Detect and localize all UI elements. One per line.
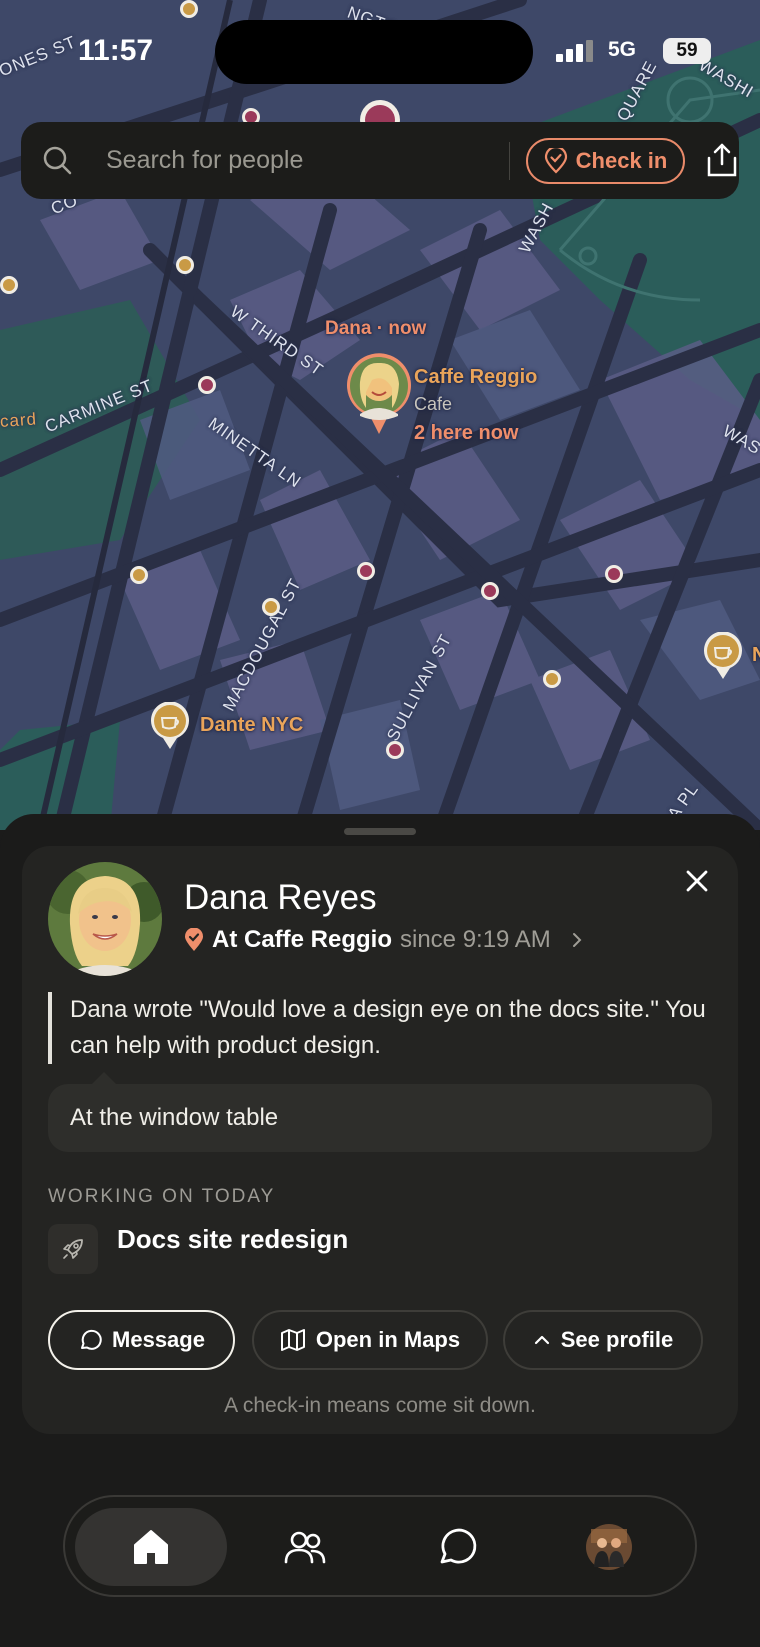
message-button[interactable]: Message <box>48 1310 235 1370</box>
pin-label-place: Caffe Reggio <box>414 366 538 388</box>
network-type: 5G <box>608 38 637 61</box>
chat-bubble-icon <box>81 1329 102 1350</box>
pin-label-count: 2 here now <box>414 422 519 444</box>
status-bar: 11:57 5G 59 <box>0 0 760 100</box>
avatar-photo <box>48 862 162 976</box>
tab-profile[interactable] <box>533 1508 685 1586</box>
check-in-label: Check in <box>575 148 668 173</box>
coffee-cup-icon <box>704 631 742 679</box>
cafe-pin-dante[interactable] <box>150 701 190 750</box>
rocket-icon <box>48 1224 98 1274</box>
map-dot[interactable] <box>176 256 194 274</box>
location-row[interactable]: At Caffe Reggio since 9:19 AM <box>184 926 585 954</box>
cafe-label-n: N <box>752 644 760 666</box>
signal-icon <box>556 40 593 62</box>
location-label: At Caffe Reggio <box>212 926 392 953</box>
street-label: card <box>0 409 38 431</box>
since-time: since 9:19 AM <box>400 926 551 953</box>
working-item: Docs site redesign <box>117 1224 349 1254</box>
avatar-pin-icon <box>347 353 411 434</box>
profile-quote: Dana wrote "Would love a design eye on t… <box>48 992 708 1064</box>
chevron-up-icon <box>534 1335 549 1345</box>
chevron-right-icon <box>572 933 582 947</box>
dynamic-island <box>215 20 533 84</box>
map-dot[interactable] <box>386 741 404 759</box>
search-icon <box>43 146 72 175</box>
open-in-maps-button[interactable]: Open in Maps <box>252 1310 488 1370</box>
map-icon <box>280 1329 305 1351</box>
avatar <box>586 1524 632 1570</box>
close-icon[interactable] <box>682 866 712 896</box>
map-dot[interactable] <box>543 670 561 688</box>
working-heading: WORKING ON TODAY <box>48 1186 276 1207</box>
profile-name: Dana Reyes <box>184 878 377 917</box>
chat-icon <box>440 1528 477 1564</box>
share-icon[interactable] <box>705 142 739 178</box>
note-tail <box>92 1072 116 1084</box>
avatar[interactable] <box>48 862 162 976</box>
home-icon <box>134 1530 168 1564</box>
pin-label-category: Cafe <box>414 394 453 414</box>
tab-people[interactable] <box>229 1508 381 1586</box>
map-dot[interactable] <box>357 562 375 580</box>
location-check-icon <box>185 928 203 951</box>
tab-bar <box>63 1495 697 1597</box>
see-profile-button[interactable]: See profile <box>503 1310 703 1370</box>
people-icon <box>284 1531 326 1564</box>
check-in-button[interactable]: Check in <box>526 138 685 184</box>
person-pin-dana[interactable] <box>344 352 414 436</box>
map-dot[interactable] <box>262 598 280 616</box>
checkin-footnote: A check-in means come sit down. <box>224 1394 536 1417</box>
map-dot[interactable] <box>130 566 148 584</box>
open-in-maps-label: Open in Maps <box>315 1327 461 1352</box>
pin-label-person: Dana · now <box>325 318 427 339</box>
tab-home[interactable] <box>75 1508 227 1586</box>
search-input[interactable]: Search for people <box>106 146 303 175</box>
battery-level: 59 <box>663 38 711 64</box>
cafe-label-dante: Dante NYC <box>200 714 304 736</box>
coffee-cup-icon <box>151 701 189 749</box>
map-dot[interactable] <box>0 276 18 294</box>
checkin-note: At the window table <box>48 1084 712 1152</box>
map-dot[interactable] <box>198 376 216 394</box>
cafe-pin-n[interactable] <box>703 631 743 680</box>
see-profile-label: See profile <box>560 1327 674 1352</box>
map-dot[interactable] <box>605 565 623 583</box>
status-time: 11:57 <box>78 34 154 67</box>
search-bar: Search for people Check in <box>21 122 739 199</box>
tab-chat[interactable] <box>381 1508 533 1586</box>
location-check-icon <box>544 148 567 174</box>
map-dot[interactable] <box>481 582 499 600</box>
sheet-grabber[interactable] <box>344 828 416 835</box>
profile-card: Dana Reyes At Caffe Reggio since 9:19 AM… <box>22 846 738 1434</box>
search-divider <box>509 142 510 180</box>
message-label: Message <box>112 1327 205 1352</box>
